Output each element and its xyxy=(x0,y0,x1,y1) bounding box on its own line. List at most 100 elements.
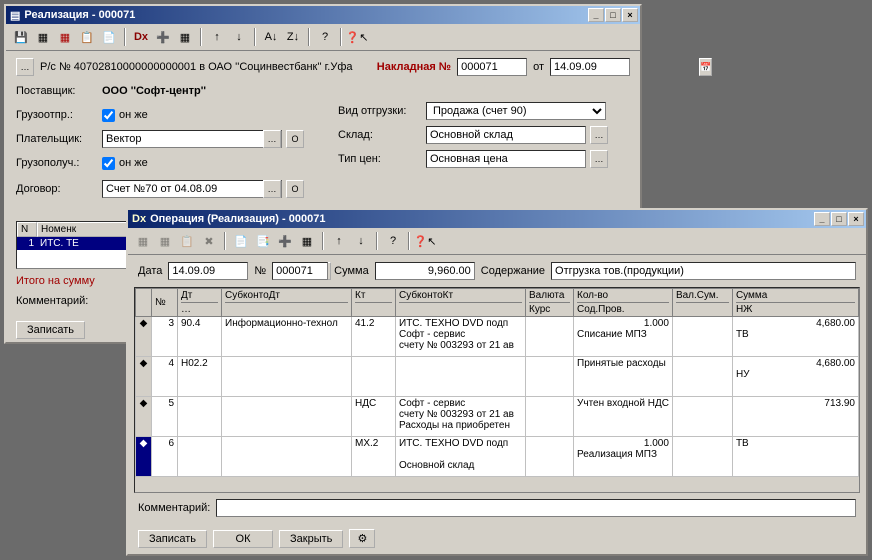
record-button-2[interactable]: Записать xyxy=(138,530,207,548)
consignee-same-checkbox[interactable]: он же xyxy=(102,157,148,170)
toolbar-2: ▦ ▦ 📋 ✖ 📄 📑 ➕ ▦ ↑ ↓ ? ❓↖ xyxy=(128,228,866,255)
ok-button[interactable]: ОК xyxy=(213,530,273,548)
supplier-value: ООО ''Софт-центр'' xyxy=(102,85,206,97)
warehouse-input[interactable] xyxy=(427,127,585,143)
dx-icon[interactable]: Dx xyxy=(132,28,150,46)
save-icon[interactable]: 💾 xyxy=(12,28,30,46)
down-icon[interactable]: ↓ xyxy=(230,28,248,46)
price-type-browse-button[interactable]: … xyxy=(590,150,608,168)
sort-asc-icon[interactable]: A↓ xyxy=(262,28,280,46)
account-text: Р/с № 40702810000000000001 в ОАО ''Социн… xyxy=(40,61,353,73)
help2-icon[interactable]: ? xyxy=(384,232,402,250)
cell-n: 1 xyxy=(17,237,37,250)
add2-icon[interactable]: ➕ xyxy=(276,232,294,250)
sort-desc-icon[interactable]: Z↓ xyxy=(284,28,302,46)
help-whats2-icon[interactable]: ❓↖ xyxy=(416,232,434,250)
table-row[interactable]: ◆ 5 НДС Софт - сервиссчету № 003293 от 2… xyxy=(136,397,859,437)
col-n: N xyxy=(17,222,37,237)
add-icon[interactable]: ➕ xyxy=(154,28,172,46)
entries-grid[interactable]: № Дт… СубконтоДт Кт СубконтоКт ВалютаКур… xyxy=(134,287,860,493)
contract-open-button[interactable]: О xyxy=(286,180,304,198)
col-subkt: СубконтоКт xyxy=(399,290,453,301)
minimize-button[interactable]: _ xyxy=(588,8,604,22)
col-nom: Номенк xyxy=(37,222,130,237)
payer-label: Плательщик: xyxy=(16,133,102,145)
date-label: Дата xyxy=(138,265,162,277)
payer-browse-button[interactable]: … xyxy=(263,130,281,148)
title-2: Операция (Реализация) - 000071 xyxy=(150,213,814,225)
document-icon: ▤ xyxy=(10,9,20,22)
minimize-button-2[interactable]: _ xyxy=(814,212,830,226)
op-sum-input[interactable] xyxy=(375,262,475,280)
contract-browse-button[interactable]: … xyxy=(263,180,281,198)
grid-icon-2[interactable]: ▦ xyxy=(134,232,152,250)
price-type-label: Тип цен: xyxy=(338,153,426,165)
price-type-input[interactable] xyxy=(427,151,585,167)
payer-input[interactable] xyxy=(103,131,263,147)
copy-icon[interactable]: 📋 xyxy=(78,28,96,46)
copy-icon-2[interactable]: 📋 xyxy=(178,232,196,250)
col-indicator xyxy=(136,289,152,317)
contract-input[interactable] xyxy=(103,181,263,197)
help-whats-icon[interactable]: ❓↖ xyxy=(348,28,366,46)
cell-nom: ИТС. ТЕ xyxy=(37,237,130,250)
sheet2-icon[interactable]: 📑 xyxy=(254,232,272,250)
titlebar-1: ▤ Реализация - 000071 _ □ × xyxy=(6,6,640,24)
content-label: Содержание xyxy=(481,265,545,277)
op-content-input[interactable] xyxy=(551,262,856,280)
help-icon[interactable]: ? xyxy=(316,28,334,46)
record-button-1[interactable]: Записать xyxy=(16,321,85,339)
wheel-icon[interactable]: ⚙ xyxy=(349,529,375,548)
document-icon: Dx xyxy=(132,213,146,225)
grid3-icon[interactable]: ▦ xyxy=(176,28,194,46)
grid2-icon-2[interactable]: ▦ xyxy=(156,232,174,250)
table-row[interactable]: ◆ 6 МХ.2 ИТС. ТЕХНО DVD подпОсновной скл… xyxy=(136,437,859,477)
col-dt: Дт xyxy=(181,290,192,301)
num-label: № xyxy=(254,265,266,277)
table-row[interactable]: ◆ 4 Н02.2 Принятые расходы 4,680.00НУ xyxy=(136,357,859,397)
titlebar-2: Dx Операция (Реализация) - 000071 _ □ × xyxy=(128,210,866,228)
sheet-icon[interactable]: 📄 xyxy=(232,232,250,250)
col-subdt: СубконтоДт xyxy=(225,290,280,301)
down2-icon[interactable]: ↓ xyxy=(352,232,370,250)
up-icon[interactable]: ↑ xyxy=(208,28,226,46)
col-valsum: Вал.Сум. xyxy=(676,290,719,301)
up2-icon[interactable]: ↑ xyxy=(330,232,348,250)
op-num-input[interactable] xyxy=(272,262,328,280)
col-qty: Кол-во xyxy=(577,290,608,301)
col-val: Валюта xyxy=(529,290,564,301)
comment-input[interactable] xyxy=(216,499,856,517)
items-grid-small[interactable]: N Номенк 1 ИТС. ТЕ xyxy=(16,221,131,269)
paste-icon[interactable]: 📄 xyxy=(100,28,118,46)
col-summ: Сумма xyxy=(736,290,767,301)
date-from-label: от xyxy=(533,61,544,73)
close-button-2[interactable]: × xyxy=(848,212,864,226)
invoice-num-input[interactable] xyxy=(457,58,527,76)
close-button-2b[interactable]: Закрыть xyxy=(279,530,343,548)
title-1: Реализация - 000071 xyxy=(24,9,588,21)
payer-open-button[interactable]: О xyxy=(286,130,304,148)
col-kt: Кт xyxy=(355,290,365,301)
date-picker-button[interactable]: 📅 xyxy=(699,58,712,76)
table-row[interactable]: ◆ 3 90.4 Информационно-технол 41.2 ИТС. … xyxy=(136,317,859,357)
ship-type-select[interactable]: Продажа (счет 90) xyxy=(426,102,606,120)
comment-label-2: Комментарий: xyxy=(138,502,210,514)
maximize-button-2[interactable]: □ xyxy=(831,212,847,226)
warehouse-label: Склад: xyxy=(338,129,426,141)
grid2-icon[interactable]: ▦ xyxy=(56,28,74,46)
warehouse-browse-button[interactable]: … xyxy=(590,126,608,144)
del-icon-2[interactable]: ✖ xyxy=(200,232,218,250)
contract-label: Договор: xyxy=(16,183,102,195)
toolbar-1: 💾 ▦ ▦ 📋 📄 Dx ➕ ▦ ↑ ↓ A↓ Z↓ ? ❓↖ xyxy=(6,24,640,51)
maximize-button[interactable]: □ xyxy=(605,8,621,22)
invoice-date-input[interactable] xyxy=(551,59,699,75)
shipper-same-checkbox[interactable]: он же xyxy=(102,109,148,122)
col-n2: № xyxy=(152,289,178,317)
account-browse-button[interactable]: … xyxy=(16,58,34,76)
close-button[interactable]: × xyxy=(622,8,638,22)
window-operation: Dx Операция (Реализация) - 000071 _ □ × … xyxy=(126,208,868,556)
invoice-label: Накладная № xyxy=(377,61,451,73)
grid4-icon[interactable]: ▦ xyxy=(298,232,316,250)
grid-icon[interactable]: ▦ xyxy=(34,28,52,46)
ship-type-label: Вид отгрузки: xyxy=(338,105,426,117)
